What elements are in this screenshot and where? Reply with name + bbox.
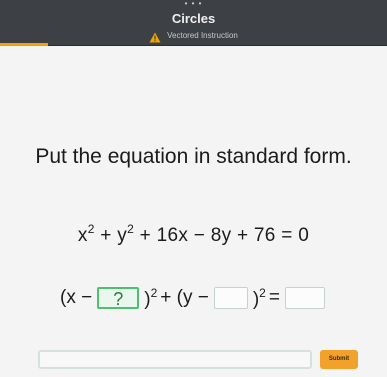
- question-area: Put the equation in standard form. x2 + …: [0, 46, 387, 377]
- h-value-input[interactable]: ?: [97, 287, 140, 309]
- answer-middle: + (y −: [160, 287, 209, 308]
- answer-close-y: )2: [253, 286, 266, 311]
- r-squared-input[interactable]: [284, 287, 325, 309]
- answer-exponent-1: 2: [150, 285, 158, 300]
- subtitle-row: Vectored Instruction: [0, 28, 387, 42]
- eq-remainder: + 16x − 8y + 76 = 0: [134, 225, 310, 246]
- eq-y-term: y: [117, 225, 128, 246]
- warning-triangle-icon: [149, 30, 161, 42]
- answer-open-x: (x −: [60, 287, 93, 308]
- submit-button[interactable]: Submit: [320, 350, 358, 369]
- eq-x-exponent: 2: [87, 222, 95, 236]
- page-title: Circles: [171, 11, 216, 26]
- app-window: • • • Circles Vectored Instruction Put t…: [0, 0, 387, 377]
- answer-exponent-2: 2: [259, 285, 266, 300]
- answer-equals: =: [268, 287, 280, 308]
- eq-y-exponent: 2: [127, 222, 135, 236]
- page-subtitle: Vectored Instruction: [167, 30, 238, 40]
- drag-handle[interactable]: • • •: [0, 0, 387, 8]
- eq-x-term: x: [77, 225, 88, 246]
- feedback-field: [38, 350, 312, 369]
- answer-close-x: )2: [144, 286, 157, 311]
- eq-plus: +: [94, 225, 118, 246]
- question-prompt: Put the equation in standard form.: [35, 145, 352, 168]
- bottom-bar: Submit: [0, 345, 387, 377]
- given-equation: x2 + y2 + 16x − 8y + 76 = 0: [0, 222, 387, 247]
- k-value-input[interactable]: [213, 287, 248, 309]
- answer-template: (x − ? )2 + (y − )2 =: [0, 283, 387, 313]
- header-bar: • • • Circles Vectored Instruction: [0, 0, 387, 46]
